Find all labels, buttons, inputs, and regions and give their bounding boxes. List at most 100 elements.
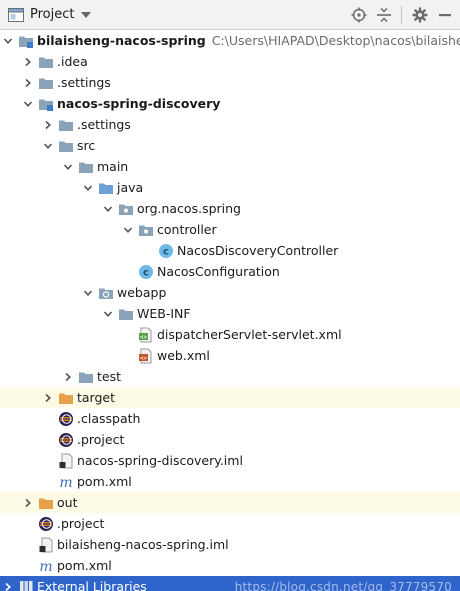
tree-item-root-pom-file[interactable]: m pom.xml	[0, 555, 460, 576]
eclipse-file-icon	[59, 432, 73, 447]
collapse-all-icon	[377, 7, 391, 23]
tree-item-label: pom.xml	[77, 474, 132, 489]
tree-item-package[interactable]: org.nacos.spring	[0, 198, 460, 219]
tree-item-external-libraries[interactable]: External Libraries https://blog.csdn.net…	[0, 576, 460, 591]
tree-item-root-iml-file[interactable]: bilaisheng-nacos-spring.iml	[0, 534, 460, 555]
svg-text:m: m	[59, 475, 72, 490]
web-xml-file-icon: <>	[139, 348, 152, 363]
expanded-chevron-icon[interactable]	[122, 219, 134, 240]
tree-item-label: target	[77, 390, 116, 405]
tree-item-label: controller	[157, 222, 217, 237]
tree-item-module-project-file[interactable]: .project	[0, 429, 460, 450]
tree-item-java-source-folder[interactable]: java	[0, 177, 460, 198]
expanded-chevron-icon[interactable]	[102, 303, 114, 324]
module-folder-icon	[19, 36, 33, 48]
svg-text:c: c	[143, 267, 149, 278]
tree-item-classpath-file[interactable]: .classpath	[0, 408, 460, 429]
toolbar-separator	[401, 6, 402, 24]
project-view-selector[interactable]: Project	[0, 0, 92, 29]
tree-item-test-folder[interactable]: test	[0, 366, 460, 387]
expanded-chevron-icon[interactable]	[42, 135, 54, 156]
collapsed-chevron-icon[interactable]	[22, 51, 34, 72]
tree-item-label: out	[57, 495, 78, 510]
collapsed-chevron-icon[interactable]	[42, 114, 54, 135]
excluded-folder-icon	[39, 498, 53, 509]
svg-text:<>: <>	[140, 333, 148, 340]
tree-item-label: pom.xml	[57, 558, 112, 573]
tree-item-module-settings-folder[interactable]: .settings	[0, 114, 460, 135]
tree-item-label: bilaisheng-nacos-spring	[37, 33, 206, 48]
hide-panel-icon	[439, 14, 451, 17]
collapsed-chevron-icon[interactable]	[22, 492, 34, 513]
expanded-chevron-icon[interactable]	[82, 177, 94, 198]
tree-item-label: test	[97, 369, 122, 384]
project-view-title: Project	[30, 7, 75, 22]
settings-gear-icon	[412, 7, 428, 23]
tree-item-src-folder[interactable]: src	[0, 135, 460, 156]
collapse-all-button[interactable]	[373, 4, 395, 26]
excluded-folder-icon	[59, 393, 73, 404]
expanded-chevron-icon[interactable]	[62, 156, 74, 177]
package-icon	[139, 225, 153, 236]
tree-item-controller-package[interactable]: controller	[0, 219, 460, 240]
tree-item-label: bilaisheng-nacos-spring.iml	[57, 537, 229, 552]
project-toolbar: Project	[0, 0, 460, 30]
collapsed-chevron-icon[interactable]	[22, 72, 34, 93]
collapsed-chevron-icon[interactable]	[62, 366, 74, 387]
tree-item-module-iml-file[interactable]: nacos-spring-discovery.iml	[0, 450, 460, 471]
tree-item-discovery-module[interactable]: nacos-spring-discovery	[0, 93, 460, 114]
tree-item-web-xml[interactable]: <> web.xml	[0, 345, 460, 366]
tree-item-webinf-folder[interactable]: WEB-INF	[0, 303, 460, 324]
tree-item-main-folder[interactable]: main	[0, 156, 460, 177]
expanded-chevron-icon[interactable]	[22, 93, 34, 114]
tree-item-root-module[interactable]: bilaisheng-nacos-spring C:\Users\HIAPAD\…	[0, 30, 460, 51]
tree-item-module-pom-file[interactable]: m pom.xml	[0, 471, 460, 492]
locate-target-button[interactable]	[348, 4, 370, 26]
tree-item-config-class[interactable]: c NacosConfiguration	[0, 261, 460, 282]
tree-item-label: webapp	[117, 285, 167, 300]
module-folder-icon	[39, 99, 53, 111]
package-icon	[119, 204, 133, 215]
tree-item-label: java	[117, 180, 144, 195]
tree-item-controller-class[interactable]: c NacosDiscoveryController	[0, 240, 460, 261]
folder-icon	[59, 141, 73, 152]
expanded-chevron-icon[interactable]	[102, 198, 114, 219]
folder-icon	[39, 57, 53, 68]
svg-text:m: m	[39, 559, 52, 574]
libraries-icon	[20, 580, 33, 591]
tree-item-target-folder[interactable]: target	[0, 387, 460, 408]
tree-item-out-folder[interactable]: out	[0, 492, 460, 513]
tree-item-label: .idea	[57, 54, 88, 69]
tree-item-label: External Libraries	[37, 579, 147, 591]
eclipse-file-icon	[39, 516, 53, 531]
collapsed-chevron-icon[interactable]	[2, 576, 14, 591]
maven-pom-icon: m	[59, 475, 72, 490]
tree-item-label: web.xml	[157, 348, 210, 363]
svg-text:c: c	[163, 246, 169, 257]
tree-item-root-project-file[interactable]: .project	[0, 513, 460, 534]
tree-item-idea-folder[interactable]: .idea	[0, 51, 460, 72]
collapsed-chevron-icon[interactable]	[42, 387, 54, 408]
svg-text:<>: <>	[140, 354, 148, 361]
folder-icon	[59, 120, 73, 131]
locate-target-icon	[351, 7, 367, 23]
iml-file-icon	[39, 537, 53, 552]
tree-item-dispatcher-xml[interactable]: <> dispatcherServlet-servlet.xml	[0, 324, 460, 345]
tree-item-label: nacos-spring-discovery.iml	[77, 453, 243, 468]
expanded-chevron-icon[interactable]	[2, 30, 14, 51]
settings-button[interactable]	[409, 4, 431, 26]
expanded-chevron-icon[interactable]	[82, 282, 94, 303]
dropdown-caret-icon	[81, 11, 92, 18]
hide-panel-button[interactable]	[434, 4, 456, 26]
source-folder-icon	[99, 183, 113, 194]
java-class-icon: c	[139, 264, 153, 279]
tree-item-label: main	[97, 159, 129, 174]
tree-item-label: .settings	[57, 75, 111, 90]
tree-item-settings-folder[interactable]: .settings	[0, 72, 460, 93]
tree-item-label: WEB-INF	[137, 306, 191, 321]
maven-pom-icon: m	[39, 559, 52, 574]
iml-file-icon	[59, 453, 73, 468]
tree-item-label: .project	[77, 432, 125, 447]
tree-item-webapp-folder[interactable]: webapp	[0, 282, 460, 303]
tree-item-label: .project	[57, 516, 105, 531]
